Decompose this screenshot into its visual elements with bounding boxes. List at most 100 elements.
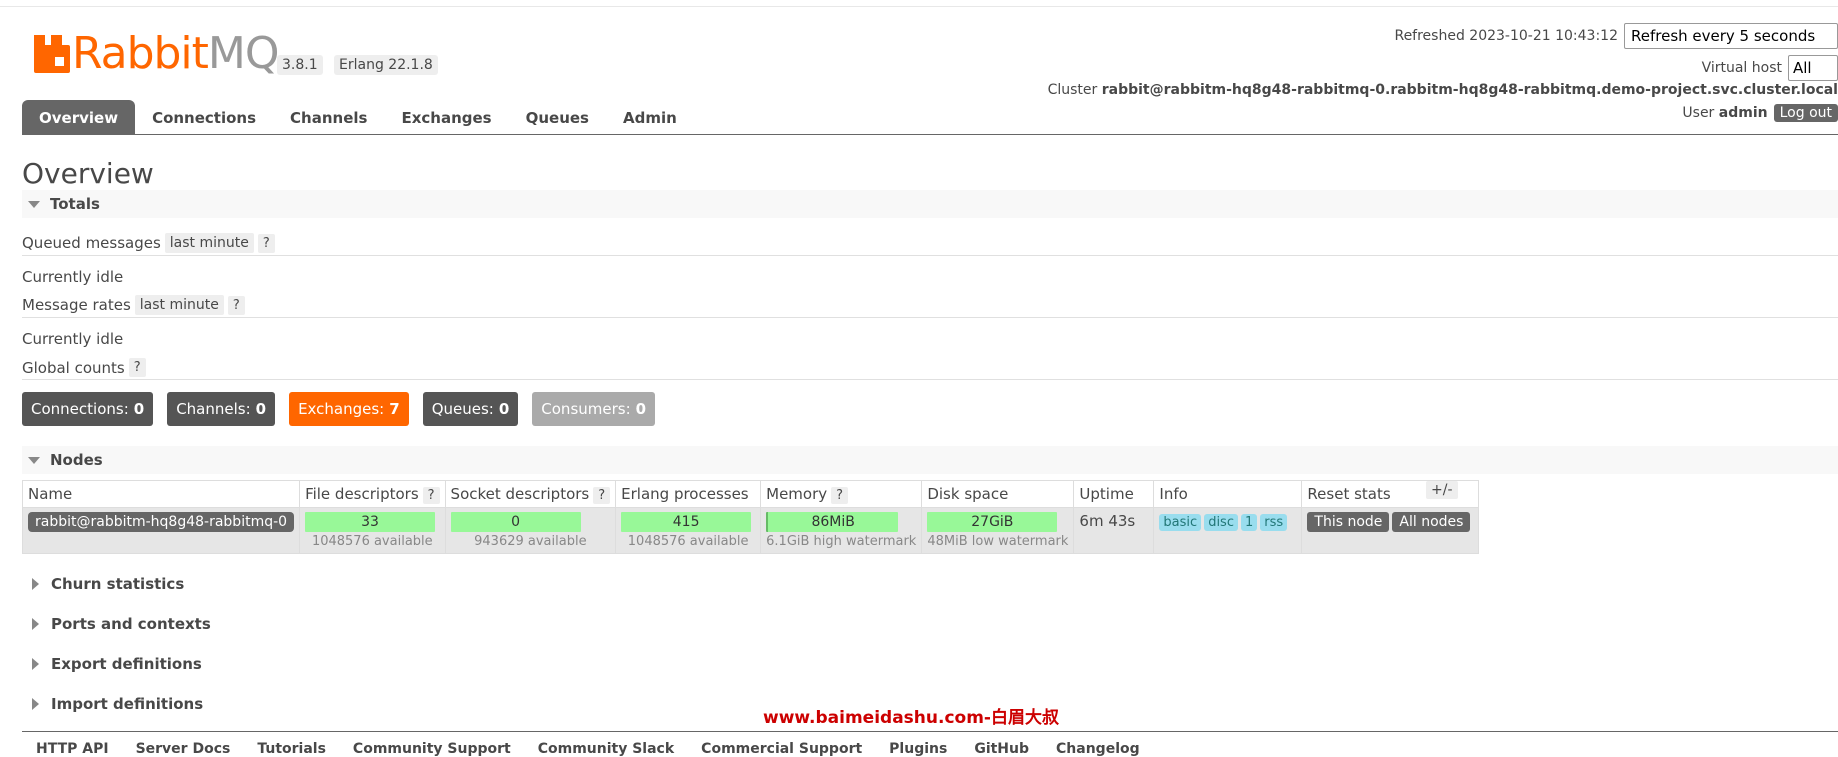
- col-file-descriptors: File descriptors?: [299, 480, 446, 508]
- col-uptime: Uptime: [1073, 480, 1155, 508]
- table-header-row: Name File descriptors? Socket descriptor…: [21, 480, 1480, 508]
- logout-button[interactable]: Log out: [1773, 104, 1838, 122]
- rabbitmq-logo[interactable]: RabbitMQ ™: [34, 28, 291, 79]
- top-border: [0, 6, 1838, 7]
- socket-descriptors-cell: 0 943629 available: [444, 507, 617, 554]
- message-rates-label: Message rates: [22, 296, 131, 314]
- tab-overview[interactable]: Overview: [22, 100, 136, 135]
- global-counts: Connections: 0 Channels: 0 Exchanges: 7 Que…: [22, 392, 669, 426]
- col-disk-space: Disk space: [921, 480, 1075, 508]
- connections-count[interactable]: Connections: 0: [22, 392, 154, 426]
- logo-text: RabbitMQ: [72, 28, 280, 79]
- refreshed-time: 2023-10-21 10:43:12: [1469, 28, 1618, 44]
- refreshed-label: Refreshed: [1394, 28, 1465, 44]
- exchanges-count[interactable]: Exchanges: 7: [289, 392, 409, 426]
- col-erlang-processes: Erlang processes: [615, 480, 762, 508]
- footer-link-github[interactable]: GitHub: [974, 741, 1029, 757]
- disk-bar: 27GiB: [927, 512, 1058, 532]
- fd-bar: 33: [305, 512, 436, 532]
- consumers-count[interactable]: Consumers: 0: [532, 392, 656, 426]
- fd-available: 1048576 available: [311, 534, 433, 549]
- queued-messages-row: Queued messages last minute ?: [22, 233, 275, 253]
- user-row: User admin Log out: [1682, 104, 1838, 122]
- rabbit-logo-icon: [34, 35, 70, 73]
- erlang-version-badge: Erlang 22.1.8: [334, 55, 438, 75]
- channels-count[interactable]: Channels: 0: [167, 392, 276, 426]
- main-tabs: Overview Connections Channels Exchanges …: [22, 100, 694, 135]
- cluster-name: rabbit@rabbitm-hq8g48-rabbitmq-0.rabbitm…: [1101, 82, 1838, 98]
- help-icon[interactable]: ?: [422, 487, 440, 504]
- idle-text-2: Currently idle: [22, 330, 124, 348]
- info-tag-disc: disc: [1204, 514, 1238, 531]
- nodes-section-toggle[interactable]: Nodes: [22, 446, 1838, 474]
- rates-range-selector[interactable]: last minute: [134, 295, 224, 315]
- global-counts-label: Global counts: [22, 358, 125, 377]
- columns-toggle-button[interactable]: +/-: [1426, 481, 1458, 499]
- queues-count[interactable]: Queues: 0: [422, 392, 519, 426]
- queued-range-selector[interactable]: last minute: [164, 233, 254, 253]
- totals-title: Totals: [50, 195, 100, 213]
- message-rates-row: Message rates last minute ?: [22, 295, 245, 315]
- totals-section-toggle[interactable]: Totals: [22, 190, 1838, 218]
- node-name-cell: rabbit@rabbitm-hq8g48-rabbitmq-0: [21, 507, 301, 554]
- reset-all-nodes-button[interactable]: All nodes: [1392, 512, 1471, 532]
- refresh-row: Refreshed 2023-10-21 10:43:12 Refresh ev…: [1394, 23, 1838, 49]
- footer-links: HTTP API Server Docs Tutorials Community…: [36, 741, 1167, 757]
- vhost-label: Virtual host: [1701, 60, 1782, 76]
- info-tag-count: 1: [1240, 514, 1258, 531]
- export-definitions-toggle[interactable]: Export definitions: [22, 650, 1838, 678]
- reset-stats-cell: This node All nodes: [1301, 507, 1480, 554]
- col-info: Info: [1153, 480, 1303, 508]
- tab-divider: [22, 134, 1838, 135]
- disk-watermark: 48MiB low watermark: [927, 534, 1069, 549]
- memory-cell: 86MiB 6.1GiB high watermark: [760, 507, 923, 554]
- collapsed-triangle-icon: [32, 698, 39, 710]
- disk-space-cell: 27GiB 48MiB low watermark: [921, 507, 1075, 554]
- version-badge: 3.8.1: [277, 55, 323, 75]
- queued-help-icon[interactable]: ?: [257, 233, 275, 253]
- footer-link-community-support[interactable]: Community Support: [353, 741, 511, 757]
- footer-link-http-api[interactable]: HTTP API: [36, 741, 109, 757]
- expanded-triangle-icon: [28, 200, 40, 208]
- table-row: rabbit@rabbitm-hq8g48-rabbitmq-0 33 1048…: [21, 507, 1480, 554]
- footer-link-server-docs[interactable]: Server Docs: [136, 741, 231, 757]
- collapsed-triangle-icon: [32, 658, 39, 670]
- reset-this-node-button[interactable]: This node: [1307, 512, 1390, 532]
- help-icon[interactable]: ?: [831, 487, 849, 504]
- refresh-interval-select[interactable]: Refresh every 5 seconds: [1624, 23, 1838, 49]
- global-counts-row: Global counts ?: [22, 358, 146, 377]
- footer-link-changelog[interactable]: Changelog: [1056, 741, 1140, 757]
- info-tag-rss: rss: [1260, 514, 1288, 531]
- tab-connections[interactable]: Connections: [135, 100, 273, 135]
- footer-link-plugins[interactable]: Plugins: [889, 741, 947, 757]
- ep-available: 1048576 available: [627, 534, 749, 549]
- tab-queues[interactable]: Queues: [509, 100, 606, 135]
- col-name: Name: [21, 480, 301, 508]
- collapsed-triangle-icon: [32, 578, 39, 590]
- idle-text-1: Currently idle: [22, 268, 124, 286]
- sd-bar: 0: [450, 512, 581, 532]
- tab-admin[interactable]: Admin: [606, 100, 694, 135]
- global-counts-help-icon[interactable]: ?: [128, 358, 146, 377]
- sd-available: 943629 available: [474, 534, 587, 549]
- rates-help-icon[interactable]: ?: [227, 295, 245, 315]
- churn-statistics-toggle[interactable]: Churn statistics: [22, 570, 1838, 598]
- vhost-select[interactable]: All: [1788, 55, 1838, 81]
- footer-link-commercial-support[interactable]: Commercial Support: [701, 741, 862, 757]
- ports-contexts-toggle[interactable]: Ports and contexts: [22, 610, 1838, 638]
- nodes-table: Name File descriptors? Socket descriptor…: [21, 480, 1480, 554]
- col-memory: Memory?: [760, 480, 923, 508]
- cluster-row: Cluster rabbit@rabbitm-hq8g48-rabbitmq-0…: [1048, 82, 1838, 98]
- divider: [22, 317, 1838, 318]
- user-name: admin: [1718, 105, 1768, 121]
- node-link[interactable]: rabbit@rabbitm-hq8g48-rabbitmq-0: [28, 512, 295, 532]
- tab-channels[interactable]: Channels: [273, 100, 384, 135]
- expanded-triangle-icon: [28, 456, 40, 464]
- help-icon[interactable]: ?: [593, 487, 611, 504]
- footer-link-tutorials[interactable]: Tutorials: [257, 741, 326, 757]
- footer-divider: [22, 731, 1838, 732]
- divider: [22, 379, 1838, 380]
- watermark-text: www.baimeidashu.com-白眉大叔: [763, 708, 1059, 728]
- tab-exchanges[interactable]: Exchanges: [384, 100, 508, 135]
- footer-link-community-slack[interactable]: Community Slack: [538, 741, 674, 757]
